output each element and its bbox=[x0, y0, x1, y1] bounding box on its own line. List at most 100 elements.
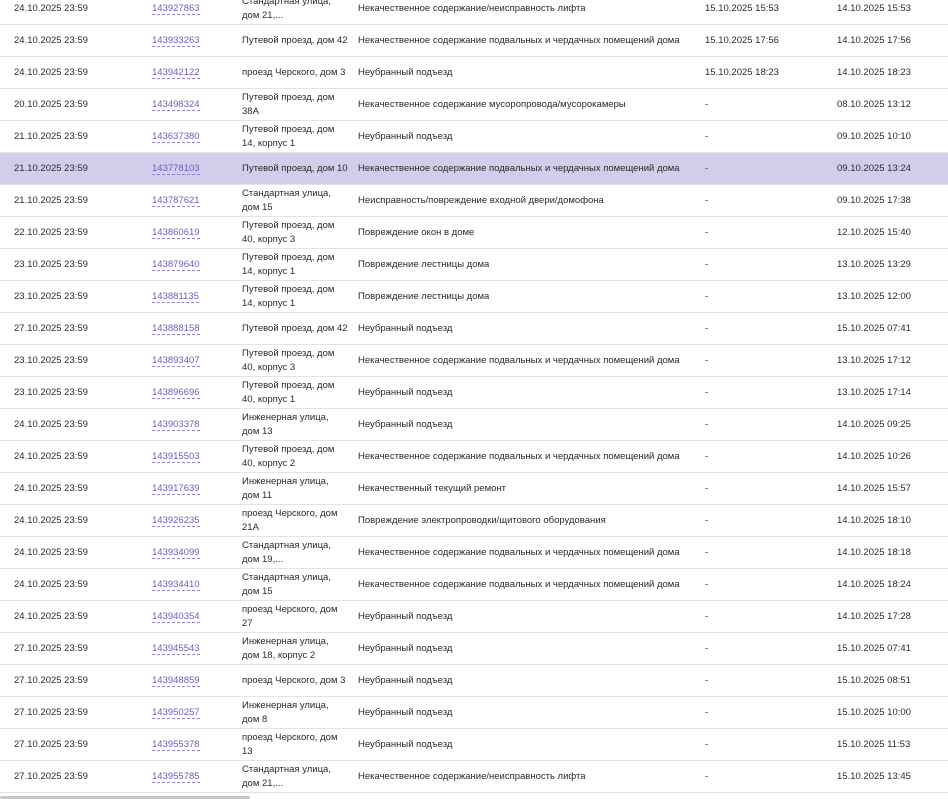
deadline: 23.10.2025 23:59 bbox=[14, 259, 88, 270]
address-cell: Путевой проезд, дом 40, корпус 3 bbox=[242, 345, 348, 376]
created-date-cell: 14.10.2025 18:18 bbox=[837, 537, 948, 568]
created-date: 14.10.2025 18:24 bbox=[837, 579, 911, 590]
request-id-link[interactable]: 143498324 bbox=[152, 99, 200, 111]
table-row[interactable]: 21.10.2025 23:59 143637380 Путевой проезд,… bbox=[0, 121, 948, 153]
address-cell: Путевой проезд, дом 40, корпус 2 bbox=[242, 441, 348, 472]
deadline: 24.10.2025 23:59 bbox=[14, 515, 88, 526]
request-id-link-cell: 143927863 bbox=[152, 0, 232, 24]
table-row[interactable]: 23.10.2025 23:59 143893407 Путевой проезд,… bbox=[0, 345, 948, 377]
deadline-cell: 24.10.2025 23:59 bbox=[14, 505, 144, 536]
request-id-link[interactable]: 143893407 bbox=[152, 355, 200, 367]
table-row[interactable]: 27.10.2025 23:59 143888158 Путевой проезд,… bbox=[0, 313, 948, 345]
deadline-cell: 21.10.2025 23:59 bbox=[14, 153, 144, 184]
table-row[interactable]: 23.10.2025 23:59 143879640 Путевой проезд,… bbox=[0, 249, 948, 281]
deadline-cell: 23.10.2025 23:59 bbox=[14, 345, 144, 376]
request-id-link-cell: 143498324 bbox=[152, 89, 232, 120]
address: Инженерная улица, дом 8 bbox=[242, 699, 329, 725]
address-cell: Путевой проезд, дом 40, корпус 1 bbox=[242, 377, 348, 408]
description: Повреждение окон в доме bbox=[358, 226, 475, 238]
table-row[interactable]: 24.10.2025 23:59 143903378 Инженерная улиц… bbox=[0, 409, 948, 441]
request-id-link-cell: 143948859 bbox=[152, 665, 232, 696]
description: Некачественное содержание подвальных и ч… bbox=[358, 354, 680, 366]
created-date: 14.10.2025 15:57 bbox=[837, 483, 911, 494]
table-row[interactable]: 27.10.2025 23:59 143955785 Стандартная ули… bbox=[0, 761, 948, 793]
request-id-link[interactable]: 143950257 bbox=[152, 707, 200, 719]
deadline-cell: 23.10.2025 23:59 bbox=[14, 377, 144, 408]
completed-date-cell: - bbox=[705, 537, 825, 568]
request-id-link[interactable]: 143860619 bbox=[152, 227, 200, 239]
table-row[interactable]: 24.10.2025 23:59 143933263 Путевой проезд,… bbox=[0, 25, 948, 57]
request-id-link[interactable]: 143945543 bbox=[152, 643, 200, 655]
request-id-link[interactable]: 143896696 bbox=[152, 387, 200, 399]
table-row[interactable]: 21.10.2025 23:59 143787621 Стандартная ули… bbox=[0, 185, 948, 217]
table-row[interactable]: 24.10.2025 23:59 143940354 проезд Черского… bbox=[0, 601, 948, 633]
description: Некачественное содержание мусоропровода/… bbox=[358, 98, 626, 110]
request-id-link[interactable]: 143915503 bbox=[152, 451, 200, 463]
completed-date: - bbox=[705, 707, 709, 718]
request-id-link[interactable]: 143948859 bbox=[152, 675, 200, 687]
completed-date-cell: - bbox=[705, 281, 825, 312]
created-date-cell: 15.10.2025 07:41 bbox=[837, 633, 948, 664]
request-id-link[interactable]: 143926235 bbox=[152, 515, 200, 527]
deadline-cell: 24.10.2025 23:59 bbox=[14, 25, 144, 56]
deadline: 20.10.2025 23:59 bbox=[14, 99, 88, 110]
deadline-cell: 27.10.2025 23:59 bbox=[14, 697, 144, 728]
request-id-link[interactable]: 143934410 bbox=[152, 579, 200, 591]
request-id-link[interactable]: 143933263 bbox=[152, 35, 200, 47]
request-id-link[interactable]: 143881135 bbox=[152, 291, 199, 303]
table-row[interactable]: 24.10.2025 23:59 143915503 Путевой проезд,… bbox=[0, 441, 948, 473]
description: Неубранный подъезд bbox=[358, 130, 453, 142]
table-row[interactable]: 27.10.2025 23:59 143950257 Инженерная улиц… bbox=[0, 697, 948, 729]
table-row[interactable]: 20.10.2025 23:59 143498324 Путевой проезд,… bbox=[0, 89, 948, 121]
request-id-link[interactable]: 143927863 bbox=[152, 3, 200, 15]
request-id-link-cell: 143917639 bbox=[152, 473, 232, 504]
completed-date: - bbox=[705, 355, 709, 366]
request-id-link[interactable]: 143940354 bbox=[152, 611, 200, 623]
created-date-cell: 14.10.2025 09:25 bbox=[837, 409, 948, 440]
request-id-link[interactable]: 143955785 bbox=[152, 771, 200, 783]
request-id-link[interactable]: 143637380 bbox=[152, 131, 200, 143]
address-cell: проезд Черского, дом 13 bbox=[242, 729, 348, 760]
address-cell: проезд Черского, дом 27 bbox=[242, 601, 348, 632]
table-row[interactable]: 24.10.2025 23:59 143934410 Стандартная ули… bbox=[0, 569, 948, 601]
description: Некачественный текущий ремонт bbox=[358, 482, 506, 494]
table-row[interactable]: 21.10.2025 23:59 143778103 Путевой проезд,… bbox=[0, 153, 948, 185]
table-row[interactable]: 27.10.2025 23:59 143948859 проезд Черского… bbox=[0, 665, 948, 697]
description-cell: Повреждение лестницы дома bbox=[358, 249, 688, 280]
address: Путевой проезд, дом 14, корпус 1 bbox=[242, 251, 335, 277]
request-id-link[interactable]: 143778103 bbox=[152, 163, 200, 175]
description-cell: Неубранный подъезд bbox=[358, 313, 688, 344]
table-row[interactable]: 27.10.2025 23:59 143955378 проезд Черского… bbox=[0, 729, 948, 761]
table-row[interactable]: 22.10.2025 23:59 143860619 Путевой проезд,… bbox=[0, 217, 948, 249]
request-id-link[interactable]: 143879640 bbox=[152, 259, 200, 271]
table-row[interactable]: 24.10.2025 23:59 143942122 проезд Черского… bbox=[0, 57, 948, 89]
address-cell: Стандартная улица, дом 19,... bbox=[242, 537, 348, 568]
request-id-link[interactable]: 143787621 bbox=[152, 195, 200, 207]
request-id-link[interactable]: 143955378 bbox=[152, 739, 200, 751]
description-cell: Некачественное содержание подвальных и ч… bbox=[358, 345, 688, 376]
deadline: 23.10.2025 23:59 bbox=[14, 291, 88, 302]
table-row[interactable]: 24.10.2025 23:59 143927863 Стандартная ули… bbox=[0, 0, 948, 25]
table-row[interactable]: 23.10.2025 23:59 143881135 Путевой проезд,… bbox=[0, 281, 948, 313]
created-date-cell: 14.10.2025 10:26 bbox=[837, 441, 948, 472]
table-row[interactable]: 27.10.2025 23:59 143945543 Инженерная улиц… bbox=[0, 633, 948, 665]
request-id-link[interactable]: 143903378 bbox=[152, 419, 200, 431]
deadline: 24.10.2025 23:59 bbox=[14, 611, 88, 622]
table-row[interactable]: 24.10.2025 23:59 143917639 Инженерная улиц… bbox=[0, 473, 948, 505]
request-id-link[interactable]: 143917639 bbox=[152, 483, 200, 495]
created-date-cell: 15.10.2025 13:45 bbox=[837, 761, 948, 792]
request-id-link[interactable]: 143942122 bbox=[152, 67, 200, 79]
description-cell: Неубранный подъезд bbox=[358, 729, 688, 760]
deadline-cell: 27.10.2025 23:59 bbox=[14, 761, 144, 792]
request-id-link[interactable]: 143934099 bbox=[152, 547, 200, 559]
deadline: 23.10.2025 23:59 bbox=[14, 355, 88, 366]
table-row[interactable]: 24.10.2025 23:59 143926235 проезд Черского… bbox=[0, 505, 948, 537]
deadline-cell: 24.10.2025 23:59 bbox=[14, 0, 144, 24]
deadline-cell: 23.10.2025 23:59 bbox=[14, 249, 144, 280]
request-id-link[interactable]: 143888158 bbox=[152, 323, 200, 335]
completed-date-cell: - bbox=[705, 729, 825, 760]
table-row[interactable]: 24.10.2025 23:59 143934099 Стандартная ули… bbox=[0, 537, 948, 569]
address: Стандартная улица, дом 15 bbox=[242, 571, 331, 597]
table-row[interactable]: 23.10.2025 23:59 143896696 Путевой проезд,… bbox=[0, 377, 948, 409]
address-cell: Стандартная улица, дом 15 bbox=[242, 185, 348, 216]
